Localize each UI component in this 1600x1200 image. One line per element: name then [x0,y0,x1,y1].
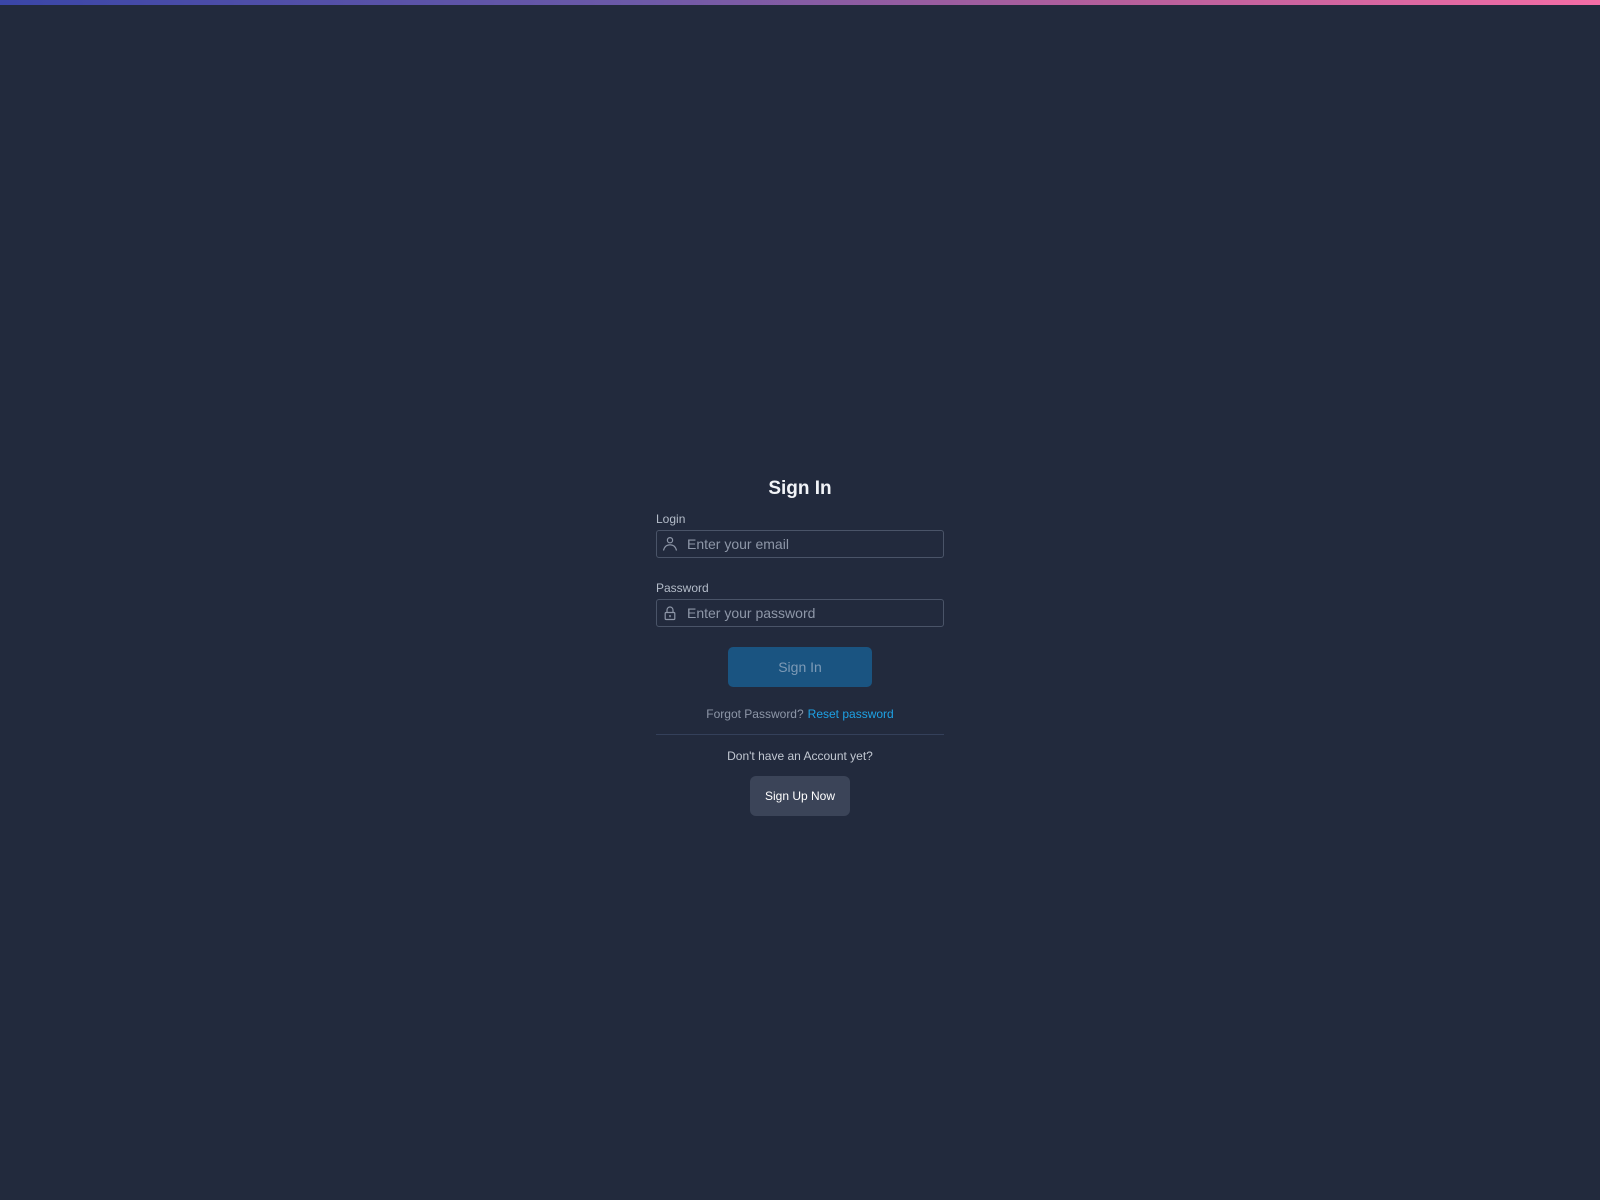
lock-icon [661,604,679,622]
forgot-password-row: Forgot Password? Reset password [656,707,944,721]
page-title: Sign In [768,478,832,499]
top-gradient-bar [0,0,1600,5]
email-input[interactable] [687,531,937,557]
user-icon [661,535,679,553]
password-label: Password [656,581,709,595]
signin-button[interactable]: Sign In [728,647,872,687]
no-account-text: Don't have an Account yet? [727,749,873,763]
signup-button[interactable]: Sign Up Now [750,776,850,816]
login-label: Login [656,512,686,526]
login-field[interactable] [656,530,944,558]
reset-password-link[interactable]: Reset password [808,707,894,721]
signin-card: Sign In Login Password Sign In Forgot Pa… [656,475,944,816]
forgot-password-text: Forgot Password? [706,707,804,721]
password-field[interactable] [656,599,944,627]
password-input[interactable] [687,600,937,626]
divider [656,734,944,735]
